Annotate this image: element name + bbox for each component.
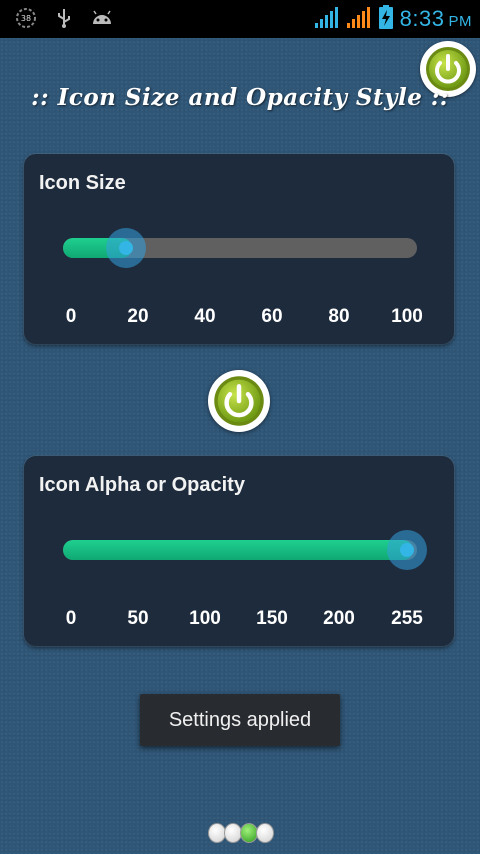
tick-label: 100 [189,608,221,629]
slider-thumb-dot [119,241,134,255]
icon-size-slider[interactable] [63,228,417,268]
icon-size-tick-labels: 0 20 40 60 80 100 [24,306,454,330]
tick-label: 0 [65,608,77,629]
icon-alpha-slider[interactable] [63,530,427,570]
signal-bars-orange-icon [346,5,372,33]
circular-badge-icon: 38 [14,6,38,30]
clock-time: 8:33 [399,6,445,31]
tick-label: 150 [256,608,288,629]
page-dot[interactable] [256,823,274,843]
toast-message: Settings applied [140,694,340,746]
tick-label: 80 [328,306,350,327]
preview-power-icon [208,370,270,432]
icon-alpha-slider-thumb[interactable] [387,530,427,570]
tick-label: 255 [391,608,423,629]
battery-charging-icon [378,4,394,34]
slider-thumb-dot [400,543,414,557]
tick-label: 200 [323,608,355,629]
usb-icon [52,6,76,30]
icon-alpha-label: Icon Alpha or Opacity [39,474,245,496]
icon-size-label: Icon Size [39,172,126,194]
status-clock: 8:33 PM [400,6,472,32]
page-title: :: Icon Size and Opacity Style :: [31,84,449,111]
notification-badge-count: 38 [21,14,31,23]
icon-size-panel: Icon Size 0 20 40 60 80 100 [24,154,454,344]
tick-label: 40 [194,306,216,327]
icon-alpha-slider-fill [63,540,413,560]
status-bar: 38 8:33 PM [0,0,480,38]
icon-alpha-panel: Icon Alpha or Opacity 0 50 100 150 200 2… [24,456,454,646]
icon-size-slider-thumb[interactable] [106,228,147,268]
tick-label: 100 [391,306,423,327]
tick-label: 0 [65,306,77,327]
signal-bars-blue-icon [314,5,340,33]
android-icon [90,6,114,30]
tick-label: 60 [261,306,283,327]
tick-label: 20 [127,306,149,327]
clock-ampm: PM [448,13,472,30]
tick-label: 50 [127,608,149,629]
page-indicator[interactable] [208,823,274,843]
icon-alpha-tick-labels: 0 50 100 150 200 255 [24,608,454,632]
